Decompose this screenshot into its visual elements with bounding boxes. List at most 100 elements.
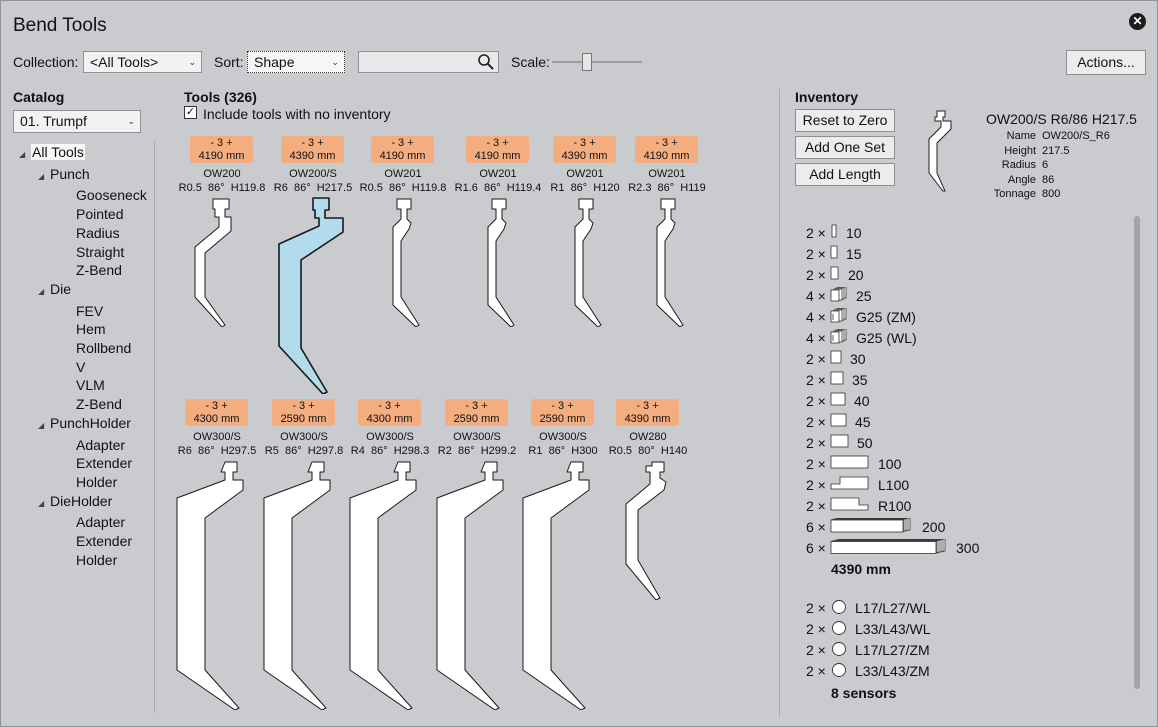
collapse-triangle-icon[interactable]: ◢ — [19, 146, 31, 165]
tool-shape[interactable] — [175, 460, 259, 710]
tool-card[interactable]: OW201 R2.3 86° H119 — [517, 167, 817, 195]
inventory-segment-row[interactable]: 6 × 200 — [806, 517, 945, 537]
quantity-stepper[interactable]: - 3 +4300 mm — [358, 399, 421, 426]
quantity-stepper[interactable]: - 3 +2590 mm — [272, 399, 335, 426]
stepper-controls[interactable]: - 3 + — [272, 400, 335, 413]
inventory-segment-row[interactable]: 2 × 35 — [806, 370, 868, 390]
actions-button[interactable]: Actions... — [1066, 50, 1146, 75]
stepper-controls[interactable]: - 3 + — [616, 400, 679, 413]
tree-item[interactable]: ◢ Die — [19, 280, 147, 302]
tree-item[interactable]: Radius — [19, 224, 147, 243]
collapse-triangle-icon[interactable]: ◢ — [38, 168, 50, 187]
inventory-segment-row[interactable]: 6 × 300 — [806, 538, 979, 558]
stepper-controls[interactable]: - 3 + — [635, 137, 698, 150]
include-checkbox[interactable]: ✓ — [184, 106, 197, 119]
search-icon[interactable] — [477, 53, 495, 71]
close-icon[interactable]: ✕ — [1129, 13, 1146, 30]
sensor-name: L33/L43/WL — [855, 621, 931, 637]
inventory-segment-row[interactable]: 4 × 25 — [806, 286, 872, 306]
quantity-stepper[interactable]: - 3 +4390 mm — [616, 399, 679, 426]
inventory-scrollbar[interactable] — [1134, 216, 1140, 689]
collapse-triangle-icon[interactable]: ◢ — [38, 417, 50, 436]
search-input[interactable] — [358, 51, 499, 73]
inventory-segment-row[interactable]: 2 × 15 — [806, 244, 862, 264]
quantity-stepper[interactable]: - 3 +4390 mm — [553, 136, 616, 163]
chevron-down-icon: ⌄ — [188, 57, 196, 67]
sort-dropdown[interactable]: Shape ⌄ — [247, 51, 345, 73]
stepper-controls[interactable]: - 3 + — [185, 400, 248, 413]
inventory-segment-row[interactable]: 2 × 40 — [806, 391, 870, 411]
stepper-controls[interactable]: - 3 + — [553, 137, 616, 150]
quantity-stepper[interactable]: - 3 +4190 mm — [190, 136, 253, 163]
tree-item[interactable]: Hem — [19, 320, 147, 339]
inventory-segment-row[interactable]: 2 × 45 — [806, 412, 871, 432]
scale-slider-track[interactable] — [552, 61, 642, 63]
sensor-row[interactable]: 2 × L17/L27/WL — [806, 598, 931, 618]
inventory-segment-row[interactable]: 2 × 20 — [806, 265, 864, 285]
tree-item[interactable]: Z-Bend — [19, 261, 147, 280]
tree-item[interactable]: ◢ DieHolder — [19, 492, 147, 514]
tree-item[interactable]: ◢ All Tools — [19, 143, 147, 165]
tool-shape[interactable] — [383, 197, 423, 327]
inventory-segment-row[interactable]: 2 × 30 — [806, 349, 866, 369]
segment-shape-icon — [831, 224, 837, 238]
inventory-segment-row[interactable]: 2 × 50 — [806, 433, 873, 453]
catalog-dropdown[interactable]: 01. Trumpf ⌄ — [13, 110, 141, 133]
inventory-segment-row[interactable]: 2 × R100 — [806, 496, 911, 516]
inventory-segment-row[interactable]: 2 × 100 — [806, 454, 901, 474]
inventory-segment-row[interactable]: 2 × L100 — [806, 475, 909, 495]
tree-item[interactable]: Straight — [19, 243, 147, 262]
tool-shape[interactable] — [478, 197, 518, 327]
tool-shape[interactable] — [348, 460, 432, 710]
quantity-stepper[interactable]: - 3 +4190 mm — [466, 136, 529, 163]
tool-shape[interactable] — [435, 460, 519, 710]
tree-item[interactable]: VLM — [19, 376, 147, 395]
tool-shape[interactable] — [277, 196, 349, 394]
tool-length: 2590 mm — [539, 412, 586, 425]
stepper-controls[interactable]: - 3 + — [371, 137, 434, 150]
stepper-controls[interactable]: - 3 + — [445, 400, 508, 413]
tree-item[interactable]: Holder — [19, 551, 147, 570]
sensor-row[interactable]: 2 × L17/L27/ZM — [806, 640, 930, 660]
inventory-segment-row[interactable]: 2 × 10 — [806, 223, 862, 243]
collection-dropdown[interactable]: <All Tools> ⌄ — [83, 51, 202, 73]
tool-card[interactable]: OW280 R0.5 80° H140 — [498, 430, 798, 458]
tree-item[interactable]: Rollbend — [19, 339, 147, 358]
tool-shape[interactable] — [565, 197, 605, 327]
tool-shape[interactable] — [191, 197, 253, 327]
quantity-stepper[interactable]: - 3 +2590 mm — [445, 399, 508, 426]
scale-slider-thumb[interactable] — [582, 53, 592, 71]
collapse-triangle-icon[interactable]: ◢ — [38, 283, 50, 302]
quantity-stepper[interactable]: - 3 +4190 mm — [371, 136, 434, 163]
tool-shape[interactable] — [647, 197, 687, 327]
tree-item[interactable]: Adapter — [19, 513, 147, 532]
tool-shape[interactable] — [620, 460, 676, 600]
quantity-stepper[interactable]: - 3 +4190 mm — [635, 136, 698, 163]
inventory-segment-row[interactable]: 4 × G25 (ZM) — [806, 307, 916, 327]
quantity-stepper[interactable]: - 3 +4390 mm — [281, 136, 344, 163]
stepper-controls[interactable]: - 3 + — [281, 137, 344, 150]
segment-name: 30 — [850, 351, 866, 367]
tree-item[interactable]: FEV — [19, 302, 147, 321]
tree-item[interactable]: Extender — [19, 532, 147, 551]
tree-item[interactable]: Z-Bend — [19, 395, 147, 414]
stepper-controls[interactable]: - 3 + — [358, 400, 421, 413]
tool-profile-icon — [392, 198, 420, 327]
stepper-controls[interactable]: - 3 + — [466, 137, 529, 150]
reset-to-zero-button[interactable]: Reset to Zero — [795, 109, 895, 132]
quantity-stepper[interactable]: - 3 +2590 mm — [531, 399, 594, 426]
add-one-set-button[interactable]: Add One Set — [795, 136, 895, 159]
tool-shape[interactable] — [262, 460, 346, 710]
stepper-controls[interactable]: - 3 + — [190, 137, 253, 150]
tree-item[interactable]: Pointed — [19, 205, 147, 224]
tree-item[interactable]: Holder — [19, 473, 147, 492]
inventory-segment-row[interactable]: 4 × G25 (WL) — [806, 328, 917, 348]
stepper-controls[interactable]: - 3 + — [531, 400, 594, 413]
tool-shape[interactable] — [521, 460, 605, 710]
collapse-triangle-icon[interactable]: ◢ — [38, 495, 50, 514]
quantity-stepper[interactable]: - 3 +4300 mm — [185, 399, 248, 426]
property-value: 6 — [1042, 159, 1049, 172]
sensor-row[interactable]: 2 × L33/L43/ZM — [806, 661, 930, 681]
tree-item[interactable]: V — [19, 358, 147, 377]
sensor-row[interactable]: 2 × L33/L43/WL — [806, 619, 931, 639]
